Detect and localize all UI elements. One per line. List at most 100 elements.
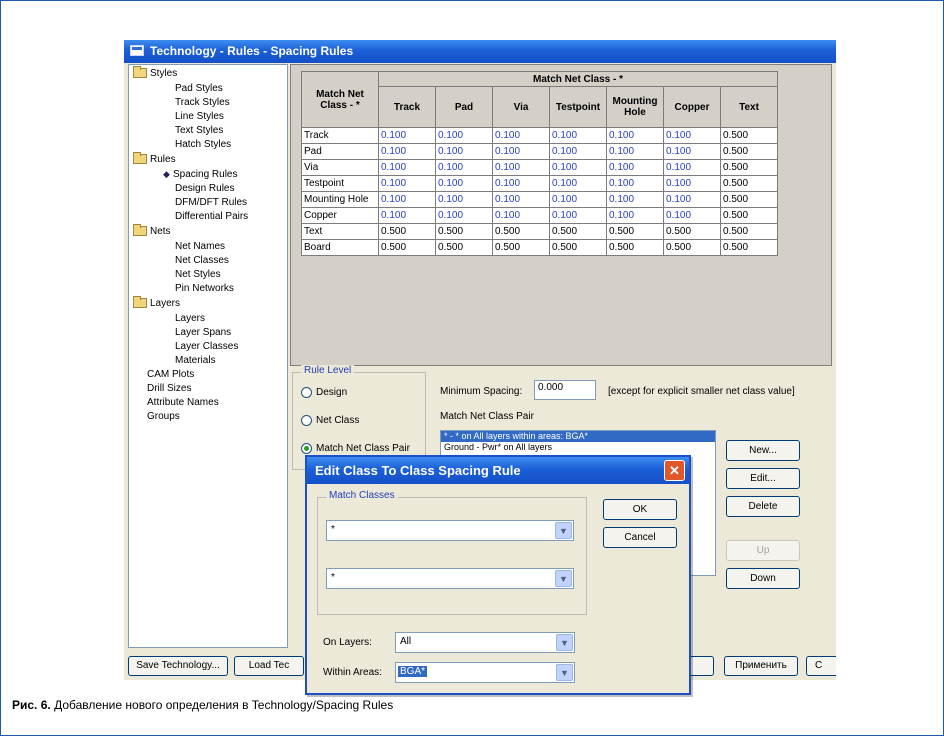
tree-item-layers[interactable]: Layers xyxy=(133,296,180,310)
close-icon[interactable]: ✕ xyxy=(664,460,685,481)
tree-item-design-rules[interactable]: Design Rules xyxy=(175,182,234,195)
class1-select[interactable]: * ▼ xyxy=(326,520,574,541)
table-cell[interactable]: 0.100 xyxy=(435,175,493,192)
table-cell[interactable]: 0.500 xyxy=(378,239,436,256)
table-cell[interactable]: 0.100 xyxy=(378,159,436,176)
min-spacing-input[interactable]: 0.000 xyxy=(534,380,596,400)
tree-item-rules[interactable]: Rules xyxy=(133,152,176,166)
tree-item-layer-spans[interactable]: Layer Spans xyxy=(175,326,231,339)
tree-item-groups[interactable]: Groups xyxy=(147,410,180,423)
tree-item-attribute-names[interactable]: Attribute Names xyxy=(147,396,219,409)
table-cell[interactable]: 0.100 xyxy=(663,159,721,176)
tree-item-materials[interactable]: Materials xyxy=(175,354,216,367)
tree-item-hatch-styles[interactable]: Hatch Styles xyxy=(175,138,231,151)
table-cell[interactable]: 0.500 xyxy=(549,223,607,240)
table-cell[interactable]: 0.500 xyxy=(720,127,778,144)
up-button[interactable]: Up xyxy=(726,540,800,561)
table-cell[interactable]: 0.100 xyxy=(549,175,607,192)
save-technology-button[interactable]: Save Technology... xyxy=(128,656,228,676)
table-cell[interactable]: 0.500 xyxy=(606,239,664,256)
table-cell[interactable]: 0.100 xyxy=(663,175,721,192)
radio-match-pair[interactable]: Match Net Class Pair xyxy=(301,443,410,454)
table-cell[interactable]: 0.500 xyxy=(492,239,550,256)
list-item[interactable]: * - * on All layers within areas: BGA* xyxy=(441,431,715,442)
chevron-down-icon[interactable]: ▼ xyxy=(555,522,572,539)
table-cell[interactable]: 0.100 xyxy=(378,127,436,144)
table-cell[interactable]: 0.100 xyxy=(606,143,664,160)
ok-button[interactable]: OK xyxy=(603,499,677,520)
tree-item-line-styles[interactable]: Line Styles xyxy=(175,110,224,123)
close-button-partial[interactable]: C xyxy=(806,656,836,676)
tree-item-text-styles[interactable]: Text Styles xyxy=(175,124,223,137)
on-layers-select[interactable]: All ▼ xyxy=(395,632,575,653)
table-cell[interactable]: 0.100 xyxy=(492,175,550,192)
table-cell[interactable]: 0.100 xyxy=(549,159,607,176)
table-cell[interactable]: 0.500 xyxy=(435,239,493,256)
table-cell[interactable]: 0.100 xyxy=(378,207,436,224)
table-cell[interactable]: 0.100 xyxy=(492,191,550,208)
tree-item-spacing-rules[interactable]: ◆ Spacing Rules xyxy=(163,168,237,181)
table-cell[interactable]: 0.100 xyxy=(378,175,436,192)
table-cell[interactable]: 0.100 xyxy=(492,127,550,144)
table-cell[interactable]: 0.100 xyxy=(606,207,664,224)
table-cell[interactable]: 0.100 xyxy=(663,207,721,224)
table-cell[interactable]: 0.100 xyxy=(663,127,721,144)
table-cell[interactable]: 0.100 xyxy=(549,207,607,224)
table-cell[interactable]: 0.100 xyxy=(549,127,607,144)
table-cell[interactable]: 0.100 xyxy=(435,159,493,176)
down-button[interactable]: Down xyxy=(726,568,800,589)
chevron-down-icon[interactable]: ▼ xyxy=(555,570,572,587)
edit-button[interactable]: Edit... xyxy=(726,468,800,489)
tree-item-drill-sizes[interactable]: Drill Sizes xyxy=(147,382,191,395)
title-bar[interactable]: Technology - Rules - Spacing Rules xyxy=(124,40,836,63)
table-cell[interactable]: 0.100 xyxy=(492,143,550,160)
radio-net-class[interactable]: Net Class xyxy=(301,415,359,426)
table-cell[interactable]: 0.500 xyxy=(606,223,664,240)
table-cell[interactable]: 0.500 xyxy=(663,239,721,256)
tree-item-pad-styles[interactable]: Pad Styles xyxy=(175,82,223,95)
within-areas-select[interactable]: BGA* ▼ xyxy=(395,662,575,683)
list-item[interactable]: Ground - Pwr* on All layers xyxy=(441,442,715,453)
table-cell[interactable]: 0.500 xyxy=(720,223,778,240)
table-cell[interactable]: 0.100 xyxy=(435,191,493,208)
table-cell[interactable]: 0.100 xyxy=(606,127,664,144)
table-cell[interactable]: 0.100 xyxy=(378,191,436,208)
chevron-down-icon[interactable]: ▼ xyxy=(556,634,573,651)
table-cell[interactable]: 0.100 xyxy=(606,191,664,208)
class2-select[interactable]: * ▼ xyxy=(326,568,574,589)
load-technology-button[interactable]: Load Tec xyxy=(234,656,304,676)
dialog-title-bar[interactable]: Edit Class To Class Spacing Rule ✕ xyxy=(307,457,689,484)
chevron-down-icon[interactable]: ▼ xyxy=(556,664,573,681)
table-cell[interactable]: 0.100 xyxy=(549,191,607,208)
table-cell[interactable]: 0.500 xyxy=(492,223,550,240)
tree-item-net-names[interactable]: Net Names xyxy=(175,240,225,253)
table-cell[interactable]: 0.500 xyxy=(720,159,778,176)
tree-item-net-styles[interactable]: Net Styles xyxy=(175,268,221,281)
tree-item-track-styles[interactable]: Track Styles xyxy=(175,96,230,109)
table-cell[interactable]: 0.500 xyxy=(663,223,721,240)
table-cell[interactable]: 0.100 xyxy=(606,175,664,192)
tree-item-net-classes[interactable]: Net Classes xyxy=(175,254,229,267)
tree-item-cam-plots[interactable]: CAM Plots xyxy=(147,368,194,381)
table-cell[interactable]: 0.100 xyxy=(435,143,493,160)
table-cell[interactable]: 0.500 xyxy=(435,223,493,240)
delete-button[interactable]: Delete xyxy=(726,496,800,517)
tree-item-differential-pairs[interactable]: Differential Pairs xyxy=(175,210,248,223)
tree-item-layer-classes[interactable]: Layer Classes xyxy=(175,340,238,353)
table-cell[interactable]: 0.500 xyxy=(720,239,778,256)
apply-button[interactable]: Применить xyxy=(724,656,798,676)
table-cell[interactable]: 0.100 xyxy=(492,159,550,176)
table-cell[interactable]: 0.100 xyxy=(606,159,664,176)
table-cell[interactable]: 0.100 xyxy=(663,143,721,160)
cancel-button[interactable]: Cancel xyxy=(603,527,677,548)
table-cell[interactable]: 0.500 xyxy=(720,143,778,160)
table-cell[interactable]: 0.500 xyxy=(720,207,778,224)
tree-item-dfm-rules[interactable]: DFM/DFT Rules xyxy=(175,196,247,209)
table-cell[interactable]: 0.100 xyxy=(663,191,721,208)
table-cell[interactable]: 0.500 xyxy=(549,239,607,256)
radio-design[interactable]: Design xyxy=(301,387,347,398)
table-cell[interactable]: 0.500 xyxy=(378,223,436,240)
tree-item-pin-networks[interactable]: Pin Networks xyxy=(175,282,234,295)
table-cell[interactable]: 0.100 xyxy=(435,207,493,224)
table-cell[interactable]: 0.100 xyxy=(549,143,607,160)
